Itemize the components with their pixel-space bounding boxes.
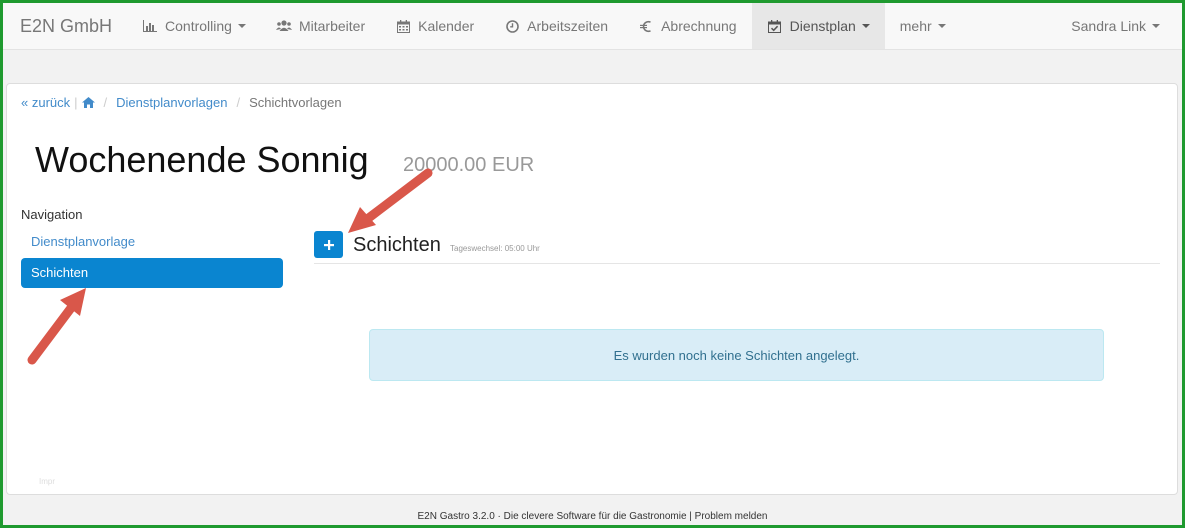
sidebar-item-schichten[interactable]: Schichten — [21, 258, 283, 288]
chevron-down-icon — [937, 24, 946, 28]
top-navbar: E2N GmbH Controlling Mitarbeiter Kalende… — [3, 3, 1182, 50]
section-note: Tageswechsel: 05:00 Uhr — [450, 244, 540, 253]
page-title: Wochenende Sonnig — [35, 139, 369, 180]
breadcrumb-dienstplanvorlagen[interactable]: Dienstplanvorlagen — [116, 95, 227, 110]
footer-text: E2N Gastro 3.2.0 · Die clevere Software … — [417, 511, 768, 522]
faint-text: Impr — [39, 477, 55, 486]
calendar-icon — [395, 18, 411, 34]
section-divider — [314, 263, 1160, 264]
alert-message: Es wurden noch keine Schichten angelegt. — [613, 347, 860, 363]
empty-state-alert: Es wurden noch keine Schichten angelegt. — [369, 329, 1104, 381]
nav-abrechnung[interactable]: Abrechnung — [623, 3, 752, 49]
plus-icon — [323, 239, 334, 250]
chevron-down-icon — [1152, 24, 1160, 28]
nav-mehr[interactable]: mehr — [885, 3, 961, 49]
nav-kalender[interactable]: Kalender — [380, 3, 489, 49]
breadcrumb-separator: / — [103, 95, 108, 110]
breadcrumb-divider: | — [74, 95, 78, 110]
page-amount: 20000.00 EUR — [403, 154, 535, 176]
section-title: Schichten — [353, 234, 441, 256]
clock-icon — [504, 18, 520, 34]
back-link[interactable]: « zurück — [21, 95, 70, 110]
add-schicht-button[interactable] — [314, 231, 343, 258]
users-icon — [275, 18, 292, 34]
sidebar-heading: Navigation — [21, 207, 83, 222]
nav-arbeitszeiten[interactable]: Arbeitszeiten — [489, 3, 623, 49]
back-link-label: zurück — [31, 95, 71, 110]
nav-abrechnung-label: Abrechnung — [661, 18, 737, 34]
main-panel: « zurück | / Dienstplanvorlagen / Schich… — [6, 83, 1178, 495]
nav-dienstplan[interactable]: Dienstplan — [751, 3, 885, 49]
nav-dienstplan-label: Dienstplan — [789, 18, 856, 34]
user-name: Sandra Link — [1071, 18, 1146, 34]
nav-arbeitszeiten-label: Arbeitszeiten — [527, 18, 609, 34]
user-menu[interactable]: Sandra Link — [1056, 3, 1182, 49]
nav-kalender-label: Kalender — [418, 18, 475, 34]
home-icon[interactable] — [81, 97, 95, 108]
sidebar-item-dienstplanvorlage[interactable]: Dienstplanvorlage — [21, 227, 283, 257]
breadcrumb: « zurück | / Dienstplanvorlagen / Schich… — [21, 95, 342, 110]
nav-mehr-label: mehr — [899, 18, 932, 34]
bar-chart-icon — [142, 18, 158, 34]
euro-icon — [638, 18, 654, 34]
nav-controlling-label: Controlling — [165, 18, 232, 34]
chevron-down-icon — [237, 24, 246, 28]
breadcrumb-current: Schichtvorlagen — [249, 95, 342, 110]
calendar-check-icon — [767, 18, 783, 34]
nav-controlling[interactable]: Controlling — [127, 3, 261, 49]
breadcrumb-separator: / — [236, 95, 241, 110]
nav-mitarbeiter[interactable]: Mitarbeiter — [261, 3, 380, 49]
brand-logo[interactable]: E2N GmbH — [3, 3, 127, 49]
nav-mitarbeiter-label: Mitarbeiter — [298, 18, 366, 34]
chevron-down-icon — [861, 24, 870, 28]
